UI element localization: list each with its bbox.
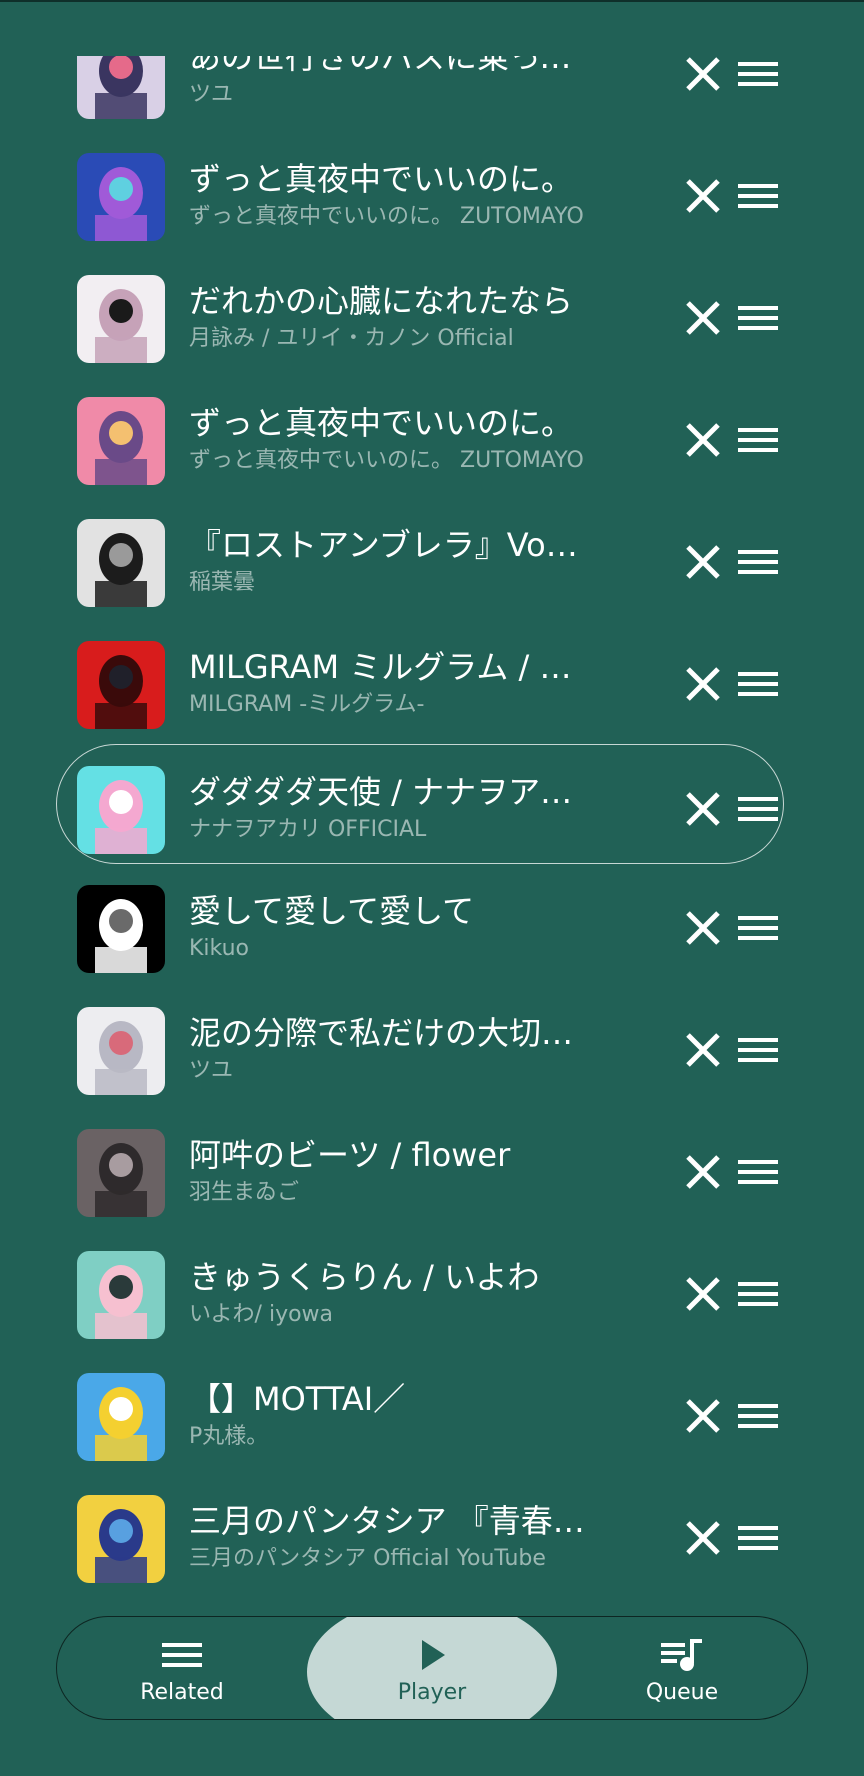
song-thumbnail	[77, 1007, 165, 1095]
drag-handle-icon[interactable]	[736, 56, 780, 95]
drag-handle-icon[interactable]	[736, 297, 780, 339]
close-icon[interactable]	[682, 663, 724, 705]
song-thumbnail	[77, 1495, 165, 1583]
song-artist: Kikuo	[189, 936, 250, 961]
song-artist: ずっと真夜中でいいのに。 ZUTOMAYO	[189, 448, 584, 473]
song-artist: ナナヲアカリ OFFICIAL	[189, 817, 427, 842]
drag-handle-icon[interactable]	[736, 1517, 780, 1559]
song-thumbnail	[77, 519, 165, 607]
drag-handle-icon[interactable]	[736, 788, 780, 830]
queue-music-icon	[661, 1639, 702, 1671]
song-artist: いよわ/ iyowa	[189, 1302, 334, 1327]
bottom-nav: Related Player Queue	[56, 1616, 808, 1720]
tab-queue-label: Queue	[645, 1680, 719, 1705]
close-icon[interactable]	[682, 1151, 724, 1193]
song-artist: ツユ	[189, 82, 234, 107]
queue-item[interactable]: 三月のパンタシア 『青春なんていらないわ』 三月のパンタシア Official …	[0, 1473, 864, 1595]
song-artist: 羽生まゐご	[189, 1180, 300, 1205]
song-artist: 三月のパンタシア Official YouTube	[189, 1546, 546, 1571]
song-thumbnail	[77, 1129, 165, 1217]
queue-item[interactable]: ずっと真夜中でいいのに。 ずっと真夜中でいいのに。 ZUTOMAYO	[0, 375, 864, 497]
song-thumbnail	[77, 641, 165, 729]
close-icon[interactable]	[682, 1395, 724, 1437]
song-thumbnail	[77, 1373, 165, 1461]
drag-handle-icon[interactable]	[736, 1273, 780, 1315]
play-icon	[422, 1640, 445, 1670]
drag-handle-icon[interactable]	[736, 663, 780, 705]
drag-handle-icon[interactable]	[736, 907, 780, 949]
close-icon[interactable]	[682, 1273, 724, 1315]
drag-handle-icon[interactable]	[736, 1029, 780, 1071]
song-title: 『ロストアンブレラ』Vocaloid	[189, 526, 589, 564]
song-title: 阿吽のビーツ / flower	[189, 1136, 511, 1174]
song-artist: ずっと真夜中でいいのに。 ZUTOMAYO	[189, 204, 584, 229]
queue-item[interactable]: MILGRAM ミルグラム / アイ MILGRAM -ミルグラム-	[0, 619, 864, 741]
tab-related-label: Related	[140, 1680, 224, 1705]
drag-handle-icon[interactable]	[736, 175, 780, 217]
queue-item[interactable]: 『ロストアンブレラ』Vocaloid 稲葉曇	[0, 497, 864, 619]
song-thumbnail	[77, 275, 165, 363]
close-icon[interactable]	[682, 175, 724, 217]
queue-item[interactable]: 愛して愛して愛して Kikuo	[0, 863, 864, 985]
tab-player[interactable]: Player	[307, 1617, 557, 1719]
song-title: MILGRAM ミルグラム / アイ	[189, 648, 589, 686]
queue-item[interactable]: あの世行きのバスに乗ってさらば。 ツユ	[0, 38, 864, 131]
close-icon[interactable]	[682, 297, 724, 339]
song-title: ダダダダ天使 / ナナヲアカリ	[189, 773, 589, 811]
song-thumbnail	[77, 153, 165, 241]
song-title: きゅうくらりん / いよわ	[189, 1258, 540, 1296]
close-icon[interactable]	[682, 1029, 724, 1071]
close-icon[interactable]	[682, 788, 724, 830]
queue-item[interactable]: 泥の分際で私だけの大切を奪おうだなんて ツユ	[0, 985, 864, 1107]
song-thumbnail	[77, 766, 165, 854]
song-thumbnail	[77, 56, 165, 119]
song-artist: 月詠み / ユリイ・カノン Official	[189, 326, 514, 351]
song-title: 三月のパンタシア 『青春なんていらないわ』	[189, 1502, 589, 1540]
tab-queue[interactable]: Queue	[557, 1617, 807, 1719]
song-artist: 稲葉曇	[189, 570, 256, 595]
queue-item[interactable]: ずっと真夜中でいいのに。 ずっと真夜中でいいのに。 ZUTOMAYO	[0, 131, 864, 253]
song-title: あの世行きのバスに乗ってさらば。	[189, 38, 589, 76]
song-thumbnail	[77, 1251, 165, 1339]
song-title: だれかの心臓になれたなら	[189, 282, 574, 320]
song-title: ずっと真夜中でいいのに。	[189, 404, 574, 442]
song-title: ずっと真夜中でいいのに。	[189, 160, 574, 198]
song-title: 愛して愛して愛して	[189, 892, 475, 930]
queue-item[interactable]: 阿吽のビーツ / flower 羽生まゐご	[0, 1107, 864, 1229]
tab-related[interactable]: Related	[57, 1617, 307, 1719]
queue-list[interactable]: あの世行きのバスに乗ってさらば。 ツユ ずっと真夜中でいいのに。 ずっと真夜中で…	[0, 0, 864, 1600]
close-icon[interactable]	[682, 56, 724, 95]
queue-item[interactable]: きゅうくらりん / いよわ いよわ/ iyowa	[0, 1229, 864, 1351]
close-icon[interactable]	[682, 541, 724, 583]
song-title: 泥の分際で私だけの大切を奪おうだなんて	[189, 1014, 589, 1052]
queue-item-current[interactable]: ダダダダ天使 / ナナヲアカリ ナナヲアカリ OFFICIAL	[0, 744, 864, 866]
close-icon[interactable]	[682, 907, 724, 949]
song-artist: P丸様。	[189, 1424, 269, 1449]
drag-handle-icon[interactable]	[736, 419, 780, 461]
song-artist: MILGRAM -ミルグラム-	[189, 692, 425, 717]
close-icon[interactable]	[682, 419, 724, 461]
drag-handle-icon[interactable]	[736, 1395, 780, 1437]
queue-item[interactable]: だれかの心臓になれたなら 月詠み / ユリイ・カノン Official	[0, 253, 864, 375]
close-icon[interactable]	[682, 1517, 724, 1559]
song-artist: ツユ	[189, 1058, 234, 1083]
song-thumbnail	[77, 885, 165, 973]
drag-handle-icon[interactable]	[736, 1151, 780, 1193]
song-thumbnail	[77, 397, 165, 485]
drag-handle-icon[interactable]	[736, 541, 780, 583]
queue-item[interactable]: 【】MOTTAI／ P丸様。	[0, 1351, 864, 1473]
tab-player-label: Player	[397, 1680, 467, 1705]
song-title: 【】MOTTAI／	[189, 1380, 406, 1418]
menu-lines-icon	[162, 1643, 202, 1667]
